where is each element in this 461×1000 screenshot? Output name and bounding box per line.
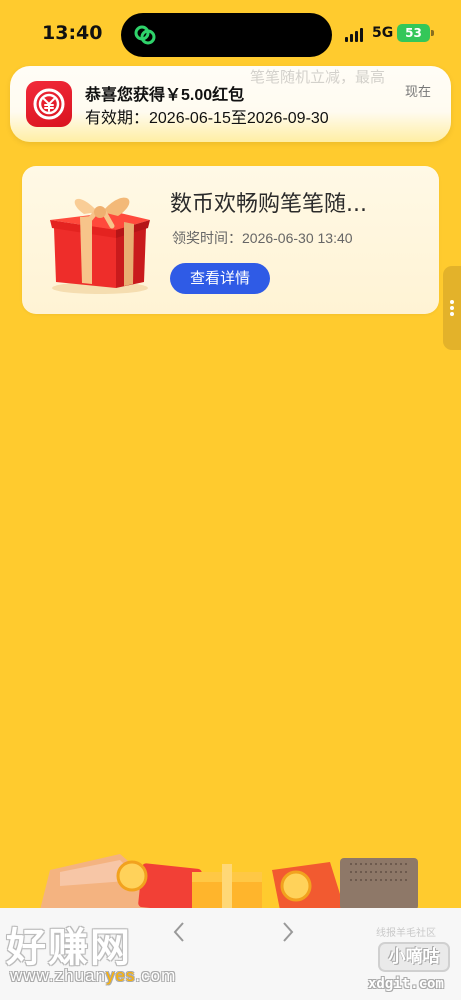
dynamic-island[interactable] [121,13,332,57]
decorative-gifts-illustration [40,854,418,910]
cellular-signal-icon [345,28,365,42]
view-details-button[interactable]: 查看详情 [170,263,270,294]
notification-background-text: 笔笔随机立减，最高 [250,69,386,86]
side-drag-handle[interactable] [443,266,461,350]
chevron-right-icon[interactable] [281,920,295,944]
reward-card[interactable]: 数币欢畅购笔笔随... 领奖时间：2026-06-30 13:40 查看详情 [22,166,439,314]
notification-body: 有效期：2026-06-15至2026-09-30 [85,110,329,127]
watermark-community-name: 小嘀咕 [378,942,450,972]
link-chain-icon [134,25,156,45]
status-bar: 13:40 5G 53 [0,0,461,66]
watermark-url: www.zhuanyes.com [10,966,177,985]
notification-banner[interactable]: 笔笔随机立减，最高 恭喜您获得￥5.00红包 有效期：2026-06-15至20… [10,66,451,142]
status-time: 13:40 [42,22,103,44]
watermark-brand: 好赚网 [6,925,132,971]
battery-cap [431,30,434,36]
claim-time: 领奖时间：2026-06-30 13:40 [172,230,353,246]
battery-icon: 53 [397,24,430,42]
digital-yuan-icon [26,81,72,127]
reward-title: 数币欢畅购笔笔随... [170,192,367,217]
notification-title: 恭喜您获得￥5.00红包 [85,87,245,104]
chevron-left-icon[interactable] [172,920,186,944]
gift-box-icon [50,197,150,294]
watermark-community-url: xdgit.com [368,976,444,992]
network-type: 5G [372,25,394,41]
notification-time: 现在 [404,84,431,99]
watermark-community-label: 线报羊毛社区 [376,928,436,939]
